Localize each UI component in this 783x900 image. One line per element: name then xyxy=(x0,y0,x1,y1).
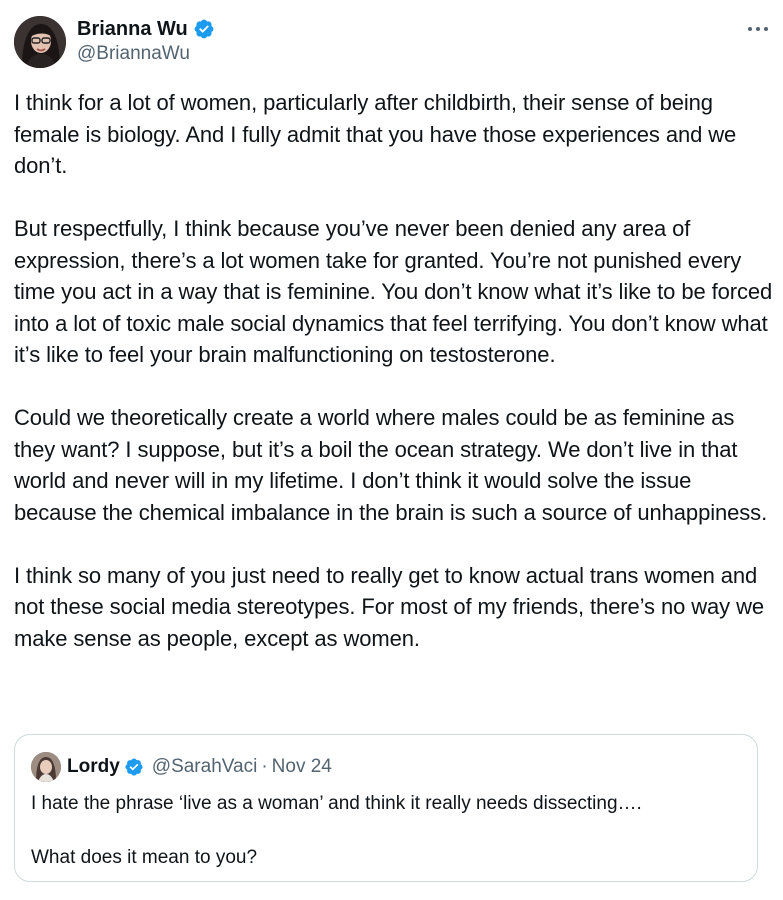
author-display-name[interactable]: Brianna Wu xyxy=(77,18,188,41)
author-avatar[interactable] xyxy=(14,16,66,68)
tweet-text: I think for a lot of women, particularly… xyxy=(14,87,774,654)
author-handle[interactable]: @BriannaWu xyxy=(77,43,215,65)
quoted-separator: · xyxy=(261,756,268,777)
author-names: Brianna Wu @BriannaWu xyxy=(77,16,215,65)
more-options-icon[interactable] xyxy=(744,18,772,40)
quoted-author-handle[interactable]: @SarahVaci xyxy=(152,756,258,778)
quoted-paragraph: I hate the phrase ‘live as a woman’ and … xyxy=(31,793,642,814)
quoted-tweet-header: Lordy @SarahVaci · Nov 24 xyxy=(31,752,332,782)
tweet-paragraph: I think for a lot of women, particularly… xyxy=(14,90,737,178)
quoted-date[interactable]: Nov 24 xyxy=(272,756,332,778)
tweet-paragraph: Could we theoretically create a world wh… xyxy=(14,405,768,525)
quoted-tweet[interactable]: Lordy @SarahVaci · Nov 24 I hate the phr… xyxy=(14,734,758,882)
tweet: Brianna Wu @BriannaWu I think for a lot … xyxy=(0,0,783,900)
quoted-author-avatar[interactable] xyxy=(31,752,61,782)
tweet-paragraph: But respectfully, I think because you’ve… xyxy=(14,216,773,367)
quoted-avatar-photo xyxy=(31,752,61,782)
display-name-row: Brianna Wu xyxy=(77,16,215,42)
verified-badge-icon[interactable] xyxy=(193,18,215,40)
quoted-verified-badge-icon xyxy=(124,757,144,777)
quoted-author-display-name[interactable]: Lordy xyxy=(67,756,120,778)
quoted-tweet-text: I hate the phrase ‘live as a woman’ and … xyxy=(31,790,741,871)
tweet-paragraph: I think so many of you just need to real… xyxy=(14,562,765,651)
tweet-header: Brianna Wu @BriannaWu xyxy=(14,14,774,70)
quoted-paragraph: What does it mean to you? xyxy=(31,847,258,868)
avatar-photo xyxy=(14,16,66,68)
